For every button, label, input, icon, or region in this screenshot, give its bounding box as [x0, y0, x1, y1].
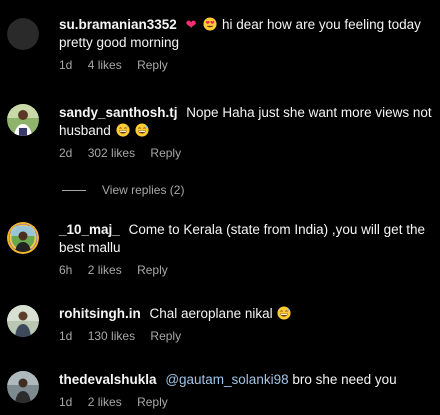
- likes-count[interactable]: 2 likes: [88, 263, 122, 277]
- comment-text-block: su.bramanian3352 ❤ hi dear how are you f…: [59, 16, 432, 52]
- grinning-sweat-icon: [277, 306, 291, 320]
- comment-username[interactable]: _10_maj_: [59, 222, 120, 237]
- reply-button[interactable]: Reply: [137, 58, 168, 72]
- comment-username[interactable]: su.bramanian3352: [59, 17, 177, 32]
- view-replies-button[interactable]: View replies (2): [62, 182, 184, 198]
- comment-age: 1d: [59, 329, 73, 343]
- comment-text: bro she need you: [292, 372, 397, 387]
- view-replies-label: View replies (2): [102, 183, 185, 197]
- avatar[interactable]: [7, 222, 39, 254]
- reply-button[interactable]: Reply: [150, 146, 181, 160]
- red-heart-icon: ❤: [185, 17, 197, 32]
- heart-eyes-icon: [203, 17, 217, 31]
- comment-age: 6h: [59, 263, 73, 277]
- comment-age: 1d: [59, 395, 73, 409]
- likes-count[interactable]: 4 likes: [88, 58, 122, 72]
- comment-username[interactable]: rohitsingh.in: [59, 306, 141, 321]
- comment-body: su.bramanian3352 ❤ hi dear how are you f…: [59, 16, 432, 73]
- grinning-sweat-icon: [116, 123, 130, 137]
- comment-text: Chal aeroplane nikal: [149, 306, 273, 321]
- comment-meta: 1d 2 likes Reply: [59, 395, 432, 410]
- comment-meta: 6h 2 likes Reply: [59, 263, 432, 278]
- comment-meta: 2d 302 likes Reply: [59, 146, 432, 161]
- avatar[interactable]: [7, 104, 39, 136]
- mention-link[interactable]: @gautam_solanki98: [165, 372, 288, 387]
- reply-button[interactable]: Reply: [150, 329, 181, 343]
- avatar[interactable]: [7, 371, 39, 403]
- comment-username[interactable]: thedevalshukla: [59, 372, 157, 387]
- likes-count[interactable]: 130 likes: [88, 329, 135, 343]
- comment-meta: 1d 4 likes Reply: [59, 58, 432, 73]
- comment-text-block: _10_maj_ Come to Kerala (state from Indi…: [59, 221, 432, 257]
- comment-body: thedevalshukla @gautam_solanki98 bro she…: [59, 371, 432, 410]
- reply-button[interactable]: Reply: [137, 263, 168, 277]
- comment-text-block: thedevalshukla @gautam_solanki98 bro she…: [59, 371, 432, 389]
- avatar[interactable]: [7, 305, 39, 337]
- reply-button[interactable]: Reply: [137, 395, 168, 409]
- comment-text-block: rohitsingh.in Chal aeroplane nikal: [59, 305, 432, 323]
- comment-body: _10_maj_ Come to Kerala (state from Indi…: [59, 221, 432, 278]
- comment-username[interactable]: sandy_santhosh.tj: [59, 105, 178, 120]
- comment-age: 2d: [59, 146, 73, 160]
- divider-line: [62, 189, 86, 191]
- comment-body: sandy_santhosh.tj Nope Haha just she wan…: [59, 104, 432, 161]
- comment-age: 1d: [59, 58, 73, 72]
- comment-meta: 1d 130 likes Reply: [59, 329, 432, 344]
- likes-count[interactable]: 302 likes: [88, 146, 135, 160]
- grinning-sweat-icon: [135, 123, 149, 137]
- comment-body: rohitsingh.in Chal aeroplane nikal 1d 13…: [59, 305, 432, 344]
- comment-text-block: sandy_santhosh.tj Nope Haha just she wan…: [59, 104, 432, 140]
- likes-count[interactable]: 2 likes: [88, 395, 122, 409]
- avatar[interactable]: [7, 18, 39, 50]
